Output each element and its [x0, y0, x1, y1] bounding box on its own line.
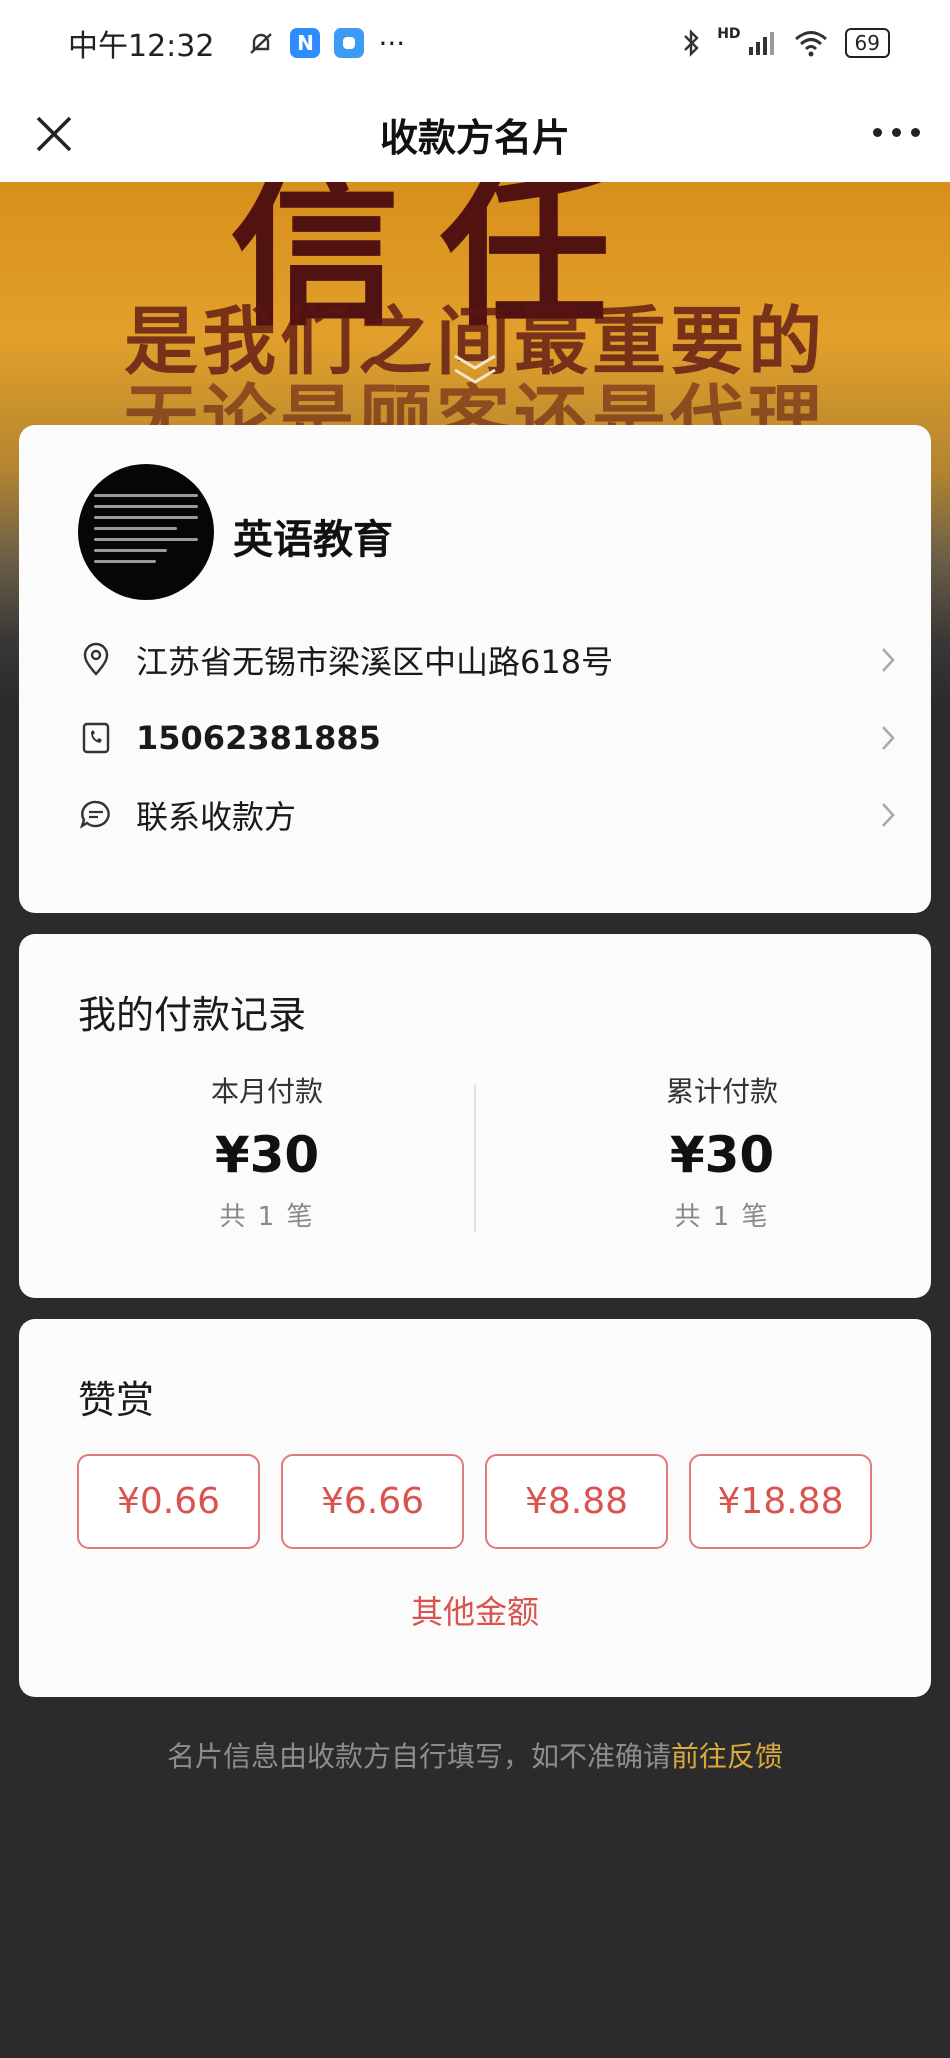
page-title: 收款方名片: [379, 115, 570, 160]
wifi-icon: [794, 31, 827, 57]
month-payment-amount: ¥30: [214, 1126, 320, 1184]
status-bar: 中午12:32 N ··· HD 69: [0, 0, 950, 86]
tip-option-button[interactable]: ¥6.66: [281, 1454, 464, 1549]
status-right: HD 69: [681, 26, 890, 58]
bluetooth-icon: [684, 29, 699, 57]
total-payment-amount: ¥30: [669, 1126, 775, 1184]
close-icon[interactable]: [28, 108, 80, 160]
status-left: 中午12:32 N ···: [68, 21, 405, 65]
month-payment-stat: 本月付款 ¥30 共 1 笔: [107, 1070, 427, 1233]
address-row[interactable]: 江苏省无锡市梁溪区中山路618号: [78, 630, 898, 690]
chat-bubble-icon: [79, 800, 110, 829]
phone-row[interactable]: 15062381885: [78, 708, 898, 768]
payment-records-card: 我的付款记录 本月付款 ¥30 共 1 笔 累计付款 ¥30 共 1 笔: [19, 934, 931, 1298]
nav-bar: 收款方名片: [0, 86, 950, 182]
more-options-icon[interactable]: [873, 128, 920, 137]
total-payment-label: 累计付款: [665, 1075, 778, 1108]
expand-chevron-icon[interactable]: [447, 350, 503, 394]
total-payment-stat: 累计付款 ¥30 共 1 笔: [562, 1070, 882, 1233]
other-amount-link[interactable]: 其他金额: [19, 1587, 931, 1633]
payee-name: 英语教育: [233, 517, 393, 563]
location-pin-icon: [83, 642, 109, 676]
notification-more-icon: ···: [378, 26, 406, 60]
contact-payee-label: 联系收款方: [136, 798, 297, 836]
signal-icon: [748, 32, 774, 55]
avatar: [78, 464, 214, 600]
tip-title: 赞赏: [78, 1378, 155, 1422]
phone-text: 15062381885: [136, 719, 381, 757]
feedback-link[interactable]: 前往反馈: [671, 1740, 783, 1773]
month-payment-label: 本月付款: [210, 1075, 323, 1108]
address-text: 江苏省无锡市梁溪区中山路618号: [136, 643, 614, 681]
records-title: 我的付款记录: [78, 993, 307, 1037]
chevron-right-icon: [882, 803, 895, 827]
network-hd-label: HD: [717, 26, 741, 42]
total-payment-count: 共 1 笔: [674, 1202, 770, 1232]
tip-option-button[interactable]: ¥0.66: [77, 1454, 260, 1549]
chevron-right-icon: [882, 726, 895, 750]
footer-text: 名片信息由收款方自行填写，如不准确请: [166, 1740, 671, 1773]
contact-payee-row[interactable]: 联系收款方: [78, 785, 898, 845]
footer-note: 名片信息由收款方自行填写，如不准确请前往反馈: [0, 1735, 950, 1775]
tip-card: 赞赏 ¥0.66 ¥6.66 ¥8.88 ¥18.88 其他金额: [19, 1319, 931, 1697]
tip-option-button[interactable]: ¥8.88: [485, 1454, 668, 1549]
status-time: 中午12:32: [68, 29, 215, 64]
month-payment-count: 共 1 笔: [219, 1202, 315, 1232]
app-badge-icon: N: [290, 28, 321, 58]
chevron-right-icon: [882, 648, 895, 672]
tip-option-button[interactable]: ¥18.88: [689, 1454, 872, 1549]
stat-divider: [474, 1084, 476, 1232]
app-badge-2-icon: [334, 28, 365, 58]
payee-card: 英语教育 江苏省无锡市梁溪区中山路618号 15062381885 联系收款方: [19, 425, 931, 913]
phone-icon: [82, 722, 110, 754]
mute-bell-icon: [250, 33, 273, 54]
battery-indicator: 69: [844, 28, 890, 58]
